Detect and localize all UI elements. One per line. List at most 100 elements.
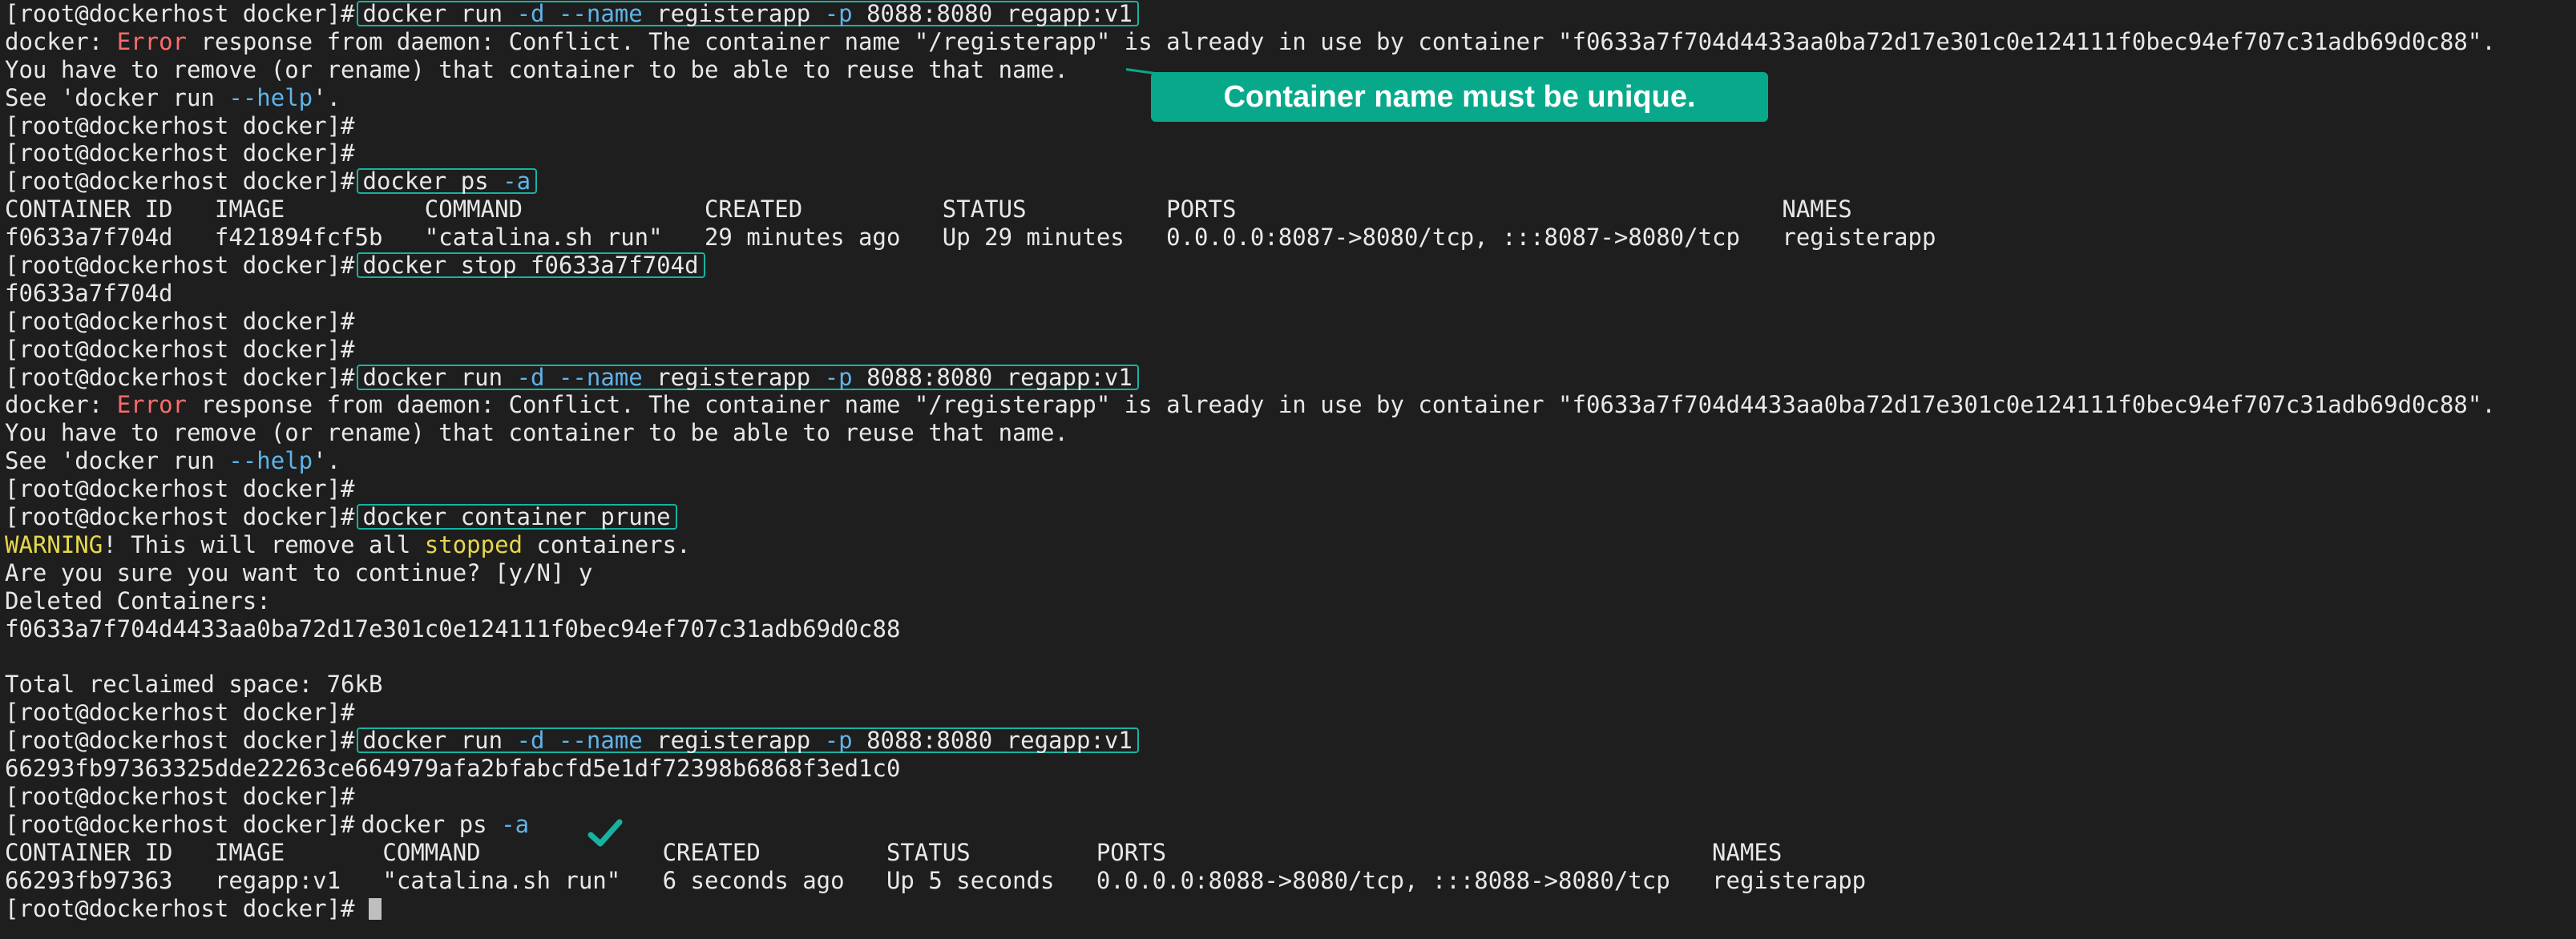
output-text: docker: <box>5 391 117 419</box>
warning-label: WARNING <box>5 530 103 558</box>
terminal-line: See 'docker run --help'. <box>5 447 2576 475</box>
terminal-line: CONTAINER ID IMAGE COMMAND CREATED STATU… <box>5 195 2576 224</box>
error-label: Error <box>116 391 187 419</box>
command-text: docker ps <box>361 810 502 838</box>
terminal-line: [root@dockerhost docker]# <box>5 699 2576 727</box>
command-input[interactable]: docker run -d --name registerapp -p 8088… <box>356 363 1139 391</box>
terminal-line: f0633a7f704d4433aa0ba72d17e301c0e124111f… <box>5 615 2576 643</box>
callout-text: Container name must be unique. <box>1223 79 1696 114</box>
shell-prompt: [root@dockerhost docker]# <box>5 699 355 727</box>
command-input[interactable]: docker ps -a <box>356 167 538 195</box>
command-input[interactable]: docker run -d --name registerapp -p 8088… <box>356 727 1139 755</box>
output-text: ! This will remove all <box>103 530 425 558</box>
output-text: Deleted Containers: <box>5 586 271 615</box>
output-text: See 'docker run <box>5 83 229 111</box>
output-text: '. <box>313 83 341 111</box>
help-flag: --help <box>228 447 313 475</box>
command-text <box>544 364 558 391</box>
terminal-line: docker: Error response from daemon: Conf… <box>5 28 2576 56</box>
terminal-line: [root@dockerhost docker]# docker containe… <box>5 503 2576 531</box>
terminal-line: 66293fb97363 regapp:v1 "catalina.sh run"… <box>5 867 2576 895</box>
command-input[interactable]: docker ps -a <box>355 811 530 838</box>
text-cursor[interactable] <box>368 897 382 920</box>
output-text: response from daemon: Conflict. The cont… <box>187 27 2496 55</box>
warning-keyword: stopped <box>424 530 523 558</box>
command-text <box>544 727 558 754</box>
command-flag: -a <box>501 810 530 838</box>
output-text: CONTAINER ID IMAGE COMMAND CREATED STATU… <box>5 838 1783 866</box>
error-label: Error <box>116 27 187 55</box>
output-text: CONTAINER ID IMAGE COMMAND CREATED STATU… <box>5 195 1852 224</box>
shell-prompt: [root@dockerhost docker]# <box>5 111 355 139</box>
terminal-line: [root@dockerhost docker]# docker ps -a <box>5 167 2576 195</box>
shell-prompt: [root@dockerhost docker]# <box>5 0 355 27</box>
command-text: 8088:8080 regapp:v1 <box>852 0 1133 27</box>
command-flag: -d <box>516 363 545 391</box>
output-text: response from daemon: Conflict. The cont… <box>187 391 2496 419</box>
terminal-line: [root@dockerhost docker]# <box>5 308 2576 336</box>
terminal-line: You have to remove (or rename) that cont… <box>5 419 2576 447</box>
output-text: '. <box>313 447 341 475</box>
command-text: docker run <box>362 727 517 755</box>
terminal-line: Deleted Containers: <box>5 587 2576 615</box>
shell-prompt: [root@dockerhost docker]# <box>5 727 355 755</box>
terminal-line: [root@dockerhost docker]# <box>5 475 2576 503</box>
terminal-line: [root@dockerhost docker]# docker stop f06… <box>5 252 2576 280</box>
command-flag: -p <box>824 727 853 755</box>
check-icon <box>587 819 623 847</box>
shell-prompt: [root@dockerhost docker]# <box>5 503 355 531</box>
output-text: docker: <box>5 27 117 55</box>
terminal-line: f0633a7f704d f421894fcf5b "catalina.sh r… <box>5 224 2576 252</box>
terminal-line: [root@dockerhost docker]# <box>5 895 2576 923</box>
command-flag: -d <box>516 727 545 755</box>
terminal-line: [root@dockerhost docker]# docker run -d -… <box>5 0 2576 28</box>
output-text: f0633a7f704d f421894fcf5b "catalina.sh r… <box>5 224 1936 252</box>
output-text: f0633a7f704d <box>5 279 173 307</box>
command-input[interactable]: docker run -d --name registerapp -p 8088… <box>356 0 1139 27</box>
output-text: containers. <box>523 530 691 558</box>
terminal-line: [root@dockerhost docker]# docker ps -a <box>5 811 2576 839</box>
output-text: 66293fb97363 regapp:v1 "catalina.sh run"… <box>5 866 1867 894</box>
command-text: 8088:8080 regapp:v1 <box>852 727 1133 755</box>
command-text: docker ps <box>362 167 503 195</box>
output-text: Total reclaimed space: 76kB <box>5 671 383 699</box>
shell-prompt: [root@dockerhost docker]# <box>5 782 355 810</box>
terminal-line: WARNING! This will remove all stopped co… <box>5 531 2576 559</box>
command-text: 8088:8080 regapp:v1 <box>852 363 1133 391</box>
terminal-line: [root@dockerhost docker]# docker run -d -… <box>5 727 2576 755</box>
terminal-line: f0633a7f704d <box>5 280 2576 308</box>
terminal-line: CONTAINER ID IMAGE COMMAND CREATED STATU… <box>5 839 2576 867</box>
output-text: 66293fb97363325dde22263ce664979afa2bfabc… <box>5 755 901 783</box>
terminal-line: Total reclaimed space: 76kB <box>5 671 2576 699</box>
output-text: You have to remove (or rename) that cont… <box>5 419 1068 447</box>
command-flag: -d <box>516 0 545 27</box>
output-text: You have to remove (or rename) that cont… <box>5 55 1068 83</box>
terminal-line: [root@dockerhost docker]# <box>5 139 2576 167</box>
output-text: See 'docker run <box>5 447 229 475</box>
terminal-line: 66293fb97363325dde22263ce664979afa2bfabc… <box>5 755 2576 783</box>
shell-prompt: [root@dockerhost docker]# <box>5 475 355 503</box>
shell-prompt: [root@dockerhost docker]# <box>5 252 355 280</box>
command-flag: --name <box>558 363 643 391</box>
command-flag: -p <box>824 363 853 391</box>
command-input[interactable]: docker stop f0633a7f704d <box>356 252 705 279</box>
terminal-line: [root@dockerhost docker]# docker run -d -… <box>5 364 2576 392</box>
command-input[interactable]: docker container prune <box>356 504 677 530</box>
shell-prompt: [root@dockerhost docker]# <box>5 335 355 363</box>
terminal-window[interactable]: [root@dockerhost docker]# docker run -d -… <box>0 0 2576 939</box>
command-flag: -p <box>824 0 853 27</box>
command-text: registerapp <box>642 727 825 755</box>
command-text: registerapp <box>642 363 825 391</box>
shell-prompt: [root@dockerhost docker]# <box>5 894 355 922</box>
command-flag: --name <box>558 727 643 755</box>
shell-prompt: [root@dockerhost docker]# <box>5 167 355 195</box>
help-flag: --help <box>228 83 313 111</box>
shell-prompt: [root@dockerhost docker]# <box>5 307 355 335</box>
output-text: f0633a7f704d4433aa0ba72d17e301c0e124111f… <box>5 615 901 643</box>
shell-prompt: [root@dockerhost docker]# <box>5 139 355 167</box>
command-text <box>544 0 558 27</box>
terminal-line: [root@dockerhost docker]# <box>5 336 2576 364</box>
terminal-line: docker: Error response from daemon: Conf… <box>5 391 2576 419</box>
shell-prompt: [root@dockerhost docker]# <box>5 363 355 391</box>
